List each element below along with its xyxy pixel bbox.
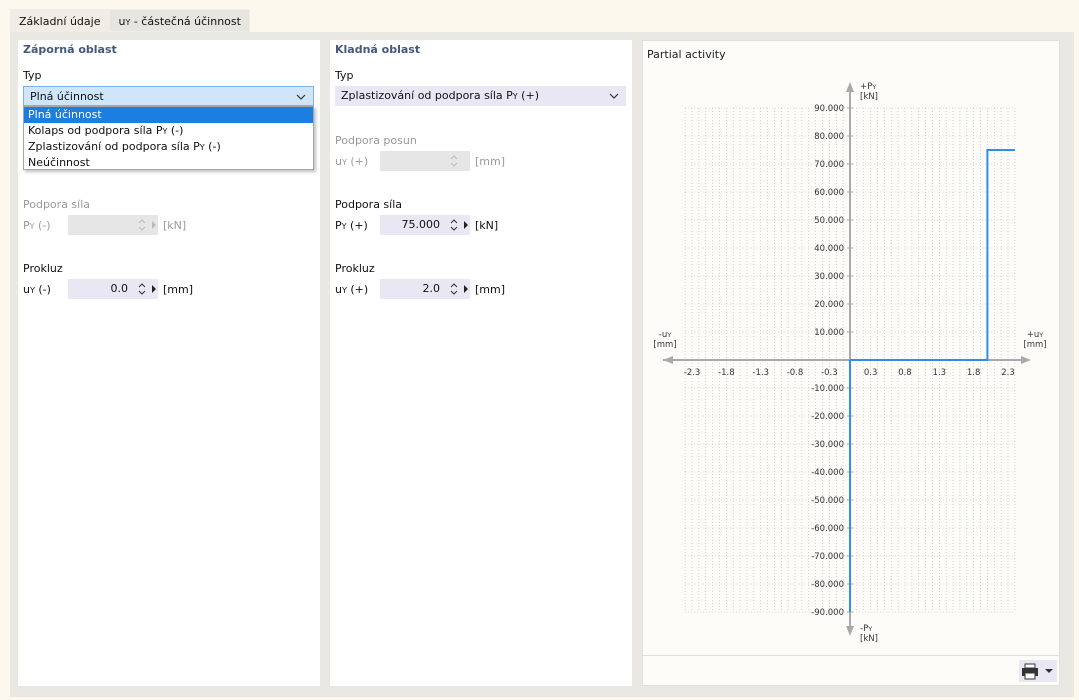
positive-disp-input[interactable]	[380, 151, 470, 171]
negative-slip-section: Prokluz	[23, 262, 63, 275]
y-tick-label: 20.000	[814, 300, 844, 310]
positive-type-label: Typ	[335, 69, 354, 82]
y-tick-label: -40.000	[811, 468, 844, 478]
x-left-label: -uY	[659, 330, 671, 340]
x-tick-label: 1.8	[967, 368, 981, 378]
arrow-right-icon[interactable]	[152, 221, 156, 229]
spinner-icon[interactable]	[138, 281, 146, 297]
dropdown-option-ineffective[interactable]: Neúčinnost	[24, 155, 313, 171]
x-tick-label: 0.8	[898, 368, 912, 378]
printer-icon	[1022, 663, 1053, 680]
print-button[interactable]	[1019, 660, 1057, 682]
y-axis-arrow-down	[846, 626, 854, 636]
positive-force-unit: [kN]	[475, 219, 499, 232]
positive-slip-input[interactable]: 2.0	[380, 279, 470, 299]
negative-type-select[interactable]: Plná účinnost	[23, 86, 314, 106]
positive-disp-unit: [mm]	[475, 155, 506, 168]
x-tick-label: 2.3	[1001, 368, 1015, 378]
positive-slip-label: uY (+)	[335, 283, 369, 296]
negative-slip-input[interactable]: 0.0	[68, 279, 158, 299]
arrow-right-icon[interactable]	[464, 221, 468, 229]
x-axis-arrow-left	[663, 356, 673, 364]
negative-force-unit: [kN]	[163, 219, 187, 232]
y-top-label: +PY	[860, 82, 876, 92]
positive-force-section: Podpora síla	[335, 198, 403, 211]
y-tick-label: -50.000	[811, 496, 844, 506]
y-tick-label: 90.000	[814, 104, 844, 114]
arrow-right-icon[interactable]	[152, 285, 156, 293]
y-tick-label: 30.000	[814, 272, 844, 282]
positive-force-input[interactable]: 75.000	[380, 215, 470, 235]
negative-type-dropdown: Plná účinnost Kolaps od podpora síla PY …	[23, 106, 314, 170]
dropdown-option-plastification[interactable]: Zplastizování od podpora síla PY (-)	[24, 139, 313, 155]
spinner-icon[interactable]	[138, 217, 146, 233]
tab-bar: Základní údaje uY - částečná účinnost	[10, 9, 250, 32]
positive-slip-section: Prokluz	[335, 262, 375, 275]
positive-slip-unit: [mm]	[475, 283, 506, 296]
chevron-down-icon	[296, 94, 306, 100]
negative-zone-title: Záporná oblast	[23, 43, 117, 56]
tab-basic-data-label: Základní údaje	[19, 15, 101, 28]
y-tick-label: 40.000	[814, 244, 844, 254]
y-tick-label: -10.000	[811, 384, 844, 394]
y-tick-label: -20.000	[811, 412, 844, 422]
y-tick-label: -90.000	[811, 608, 844, 618]
x-tick-label: 0.3	[864, 368, 878, 378]
y-tick-label: 50.000	[814, 216, 844, 226]
y-tick-label: -80.000	[811, 580, 844, 590]
tab-partial-activity-label: uY - částečná účinnost	[118, 15, 241, 28]
negative-slip-unit: [mm]	[163, 283, 194, 296]
y-bottom-label-unit: [kN]	[860, 634, 878, 644]
y-tick-label: 80.000	[814, 132, 844, 142]
positive-type-value: Zplastizování od podpora síla PY (+)	[341, 89, 539, 102]
spinner-icon[interactable]	[450, 217, 458, 233]
y-tick-label: -30.000	[811, 440, 844, 450]
x-right-label-unit: [mm]	[1023, 340, 1046, 350]
partial-activity-chart: -2.3 -1.8 -1.3 -0.8 -0.3 0.3 0.8 1.3 1.8 2.3 90.00…	[653, 82, 1047, 644]
y-tick-label: 60.000	[814, 188, 844, 198]
positive-disp-label: uY (+)	[335, 155, 369, 168]
x-right-label: +uY	[1027, 330, 1044, 340]
dropdown-option-full[interactable]: Plná účinnost	[24, 107, 313, 123]
spinner-icon[interactable]	[450, 153, 458, 169]
y-tick-label: 10.000	[814, 328, 844, 338]
y-tick-label: -70.000	[811, 552, 844, 562]
negative-slip-label: uY (-)	[23, 283, 51, 296]
positive-force-label: PY (+)	[335, 219, 368, 232]
x-tick-label: -1.3	[752, 368, 769, 378]
negative-type-value: Plná účinnost	[30, 90, 104, 103]
tab-basic-data[interactable]: Základní údaje	[10, 9, 110, 32]
x-tick-label: -0.3	[821, 368, 838, 378]
negative-force-input[interactable]	[68, 215, 158, 235]
negative-force-section: Podpora síla	[23, 198, 91, 211]
x-tick-label: -2.3	[684, 368, 701, 378]
spinner-icon[interactable]	[450, 281, 458, 297]
chart-footer	[643, 655, 1059, 686]
chart-title: Partial activity	[647, 48, 726, 61]
y-tick-label: -60.000	[811, 524, 844, 534]
dropdown-option-collapse[interactable]: Kolaps od podpora síla PY (-)	[24, 123, 313, 139]
y-top-label-unit: [kN]	[860, 92, 878, 102]
x-tick-label: -1.8	[718, 368, 735, 378]
x-axis-arrow-right	[1021, 356, 1031, 364]
tab-partial-activity[interactable]: uY - částečná účinnost	[109, 9, 250, 32]
x-left-label-unit: [mm]	[653, 340, 676, 350]
y-tick-label: 70.000	[814, 160, 844, 170]
positive-type-select[interactable]: Zplastizování od podpora síla PY (+)	[335, 86, 626, 106]
y-axis-arrow-up	[846, 82, 854, 92]
positive-disp-section: Podpora posun	[335, 134, 417, 147]
y-bottom-label: -PY	[860, 624, 872, 634]
x-tick-label: 1.3	[933, 368, 947, 378]
positive-zone-title: Kladná oblast	[335, 43, 421, 56]
negative-type-label: Typ	[23, 69, 42, 82]
arrow-right-icon[interactable]	[464, 285, 468, 293]
x-tick-label: -0.8	[787, 368, 804, 378]
chevron-down-icon	[609, 93, 619, 99]
negative-force-label: PY (-)	[23, 219, 51, 232]
